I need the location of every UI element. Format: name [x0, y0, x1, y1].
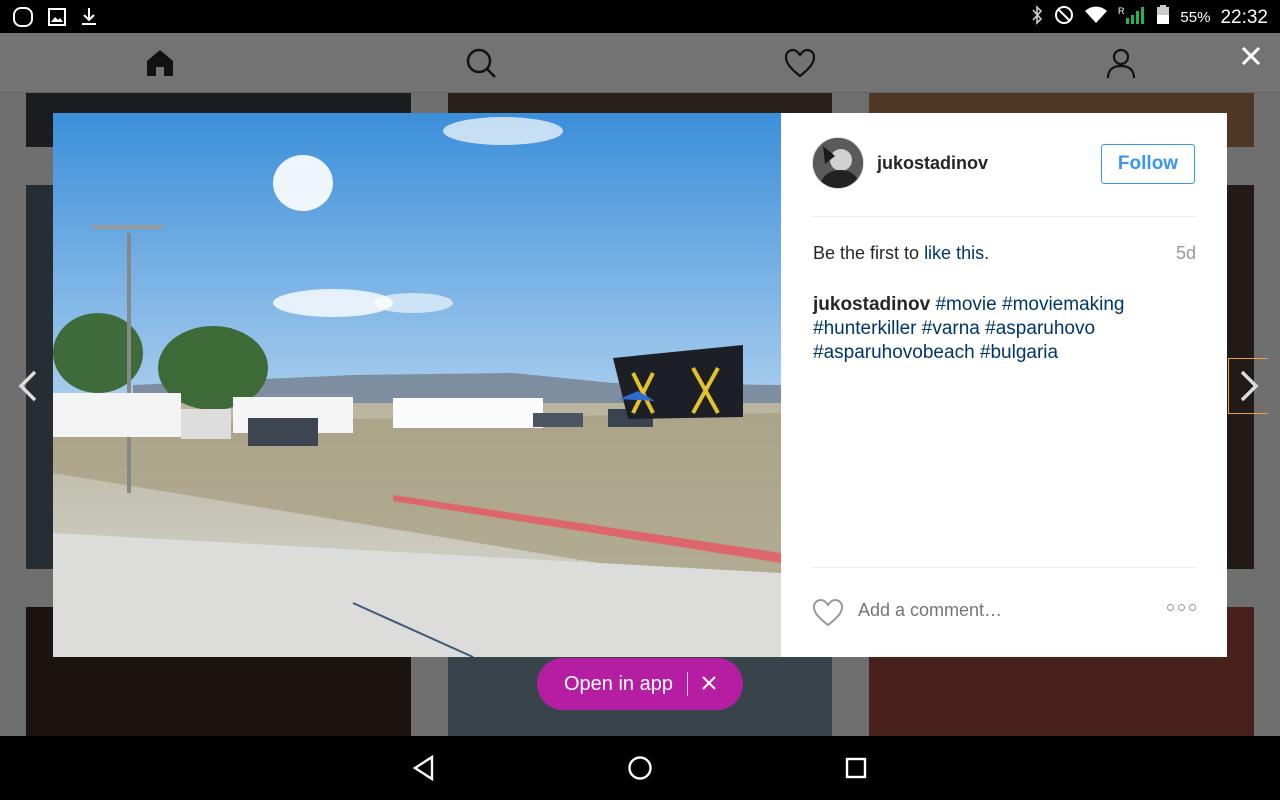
caption-author[interactable]: jukostadinov [813, 294, 930, 315]
close-icon[interactable] [1236, 43, 1266, 73]
dot [1178, 604, 1185, 611]
dot [1167, 604, 1174, 611]
post-modal: jukostadinov Follow Be the first to like… [53, 113, 1227, 657]
open-in-app-label: Open in app [564, 672, 673, 695]
signal-icon: R [1118, 5, 1146, 30]
system-navigation-bar [0, 736, 1280, 800]
recents-icon[interactable] [840, 752, 872, 784]
post-details-panel: jukostadinov Follow Be the first to like… [781, 113, 1227, 657]
comment-input[interactable] [858, 600, 1108, 621]
likes-suffix: . [984, 243, 990, 263]
divider [686, 672, 688, 696]
post-username[interactable]: jukostadinov [877, 153, 988, 174]
chat-bubble-icon [12, 6, 34, 33]
previous-post-button[interactable] [8, 358, 48, 414]
home-button-icon[interactable] [624, 752, 656, 784]
likes-row: Be the first to like this. 5d [813, 243, 1196, 264]
dot [1189, 604, 1196, 611]
next-post-button[interactable] [1228, 358, 1268, 414]
like-this-link[interactable]: like this [924, 243, 984, 263]
back-icon[interactable] [408, 752, 440, 784]
hashtag[interactable]: #bulgaria [980, 342, 1058, 363]
download-icon [80, 7, 98, 32]
battery-percent: 55% [1180, 9, 1211, 26]
close-icon[interactable] [702, 673, 716, 696]
comment-bar [812, 567, 1196, 657]
avatar[interactable] [812, 137, 864, 189]
notification-icons [12, 6, 98, 33]
hashtag[interactable]: #hunterkiller [813, 318, 917, 339]
open-in-app-button[interactable]: Open in app [537, 658, 743, 710]
post-age[interactable]: 5d [1176, 243, 1196, 264]
follow-button[interactable]: Follow [1101, 144, 1195, 184]
more-options-icon[interactable] [1167, 604, 1196, 611]
hashtag[interactable]: #asparuhovo [985, 318, 1095, 339]
hashtag[interactable]: #varna [922, 318, 980, 339]
status-bar: R 55% 22:32 [0, 0, 1280, 33]
image-icon [48, 8, 66, 31]
chevron-right-icon [1240, 370, 1258, 402]
post-header: jukostadinov Follow [812, 113, 1196, 217]
likes-prefix: Be the first to [813, 243, 925, 263]
wifi-icon [1084, 6, 1108, 29]
hashtag[interactable]: #moviemaking [1002, 294, 1125, 315]
modal-overlay[interactable]: Open in app jukostadinov Follow Be the f… [0, 33, 1280, 736]
post-photo[interactable] [53, 113, 781, 657]
bluetooth-icon [1030, 5, 1044, 30]
do-not-disturb-icon [1054, 5, 1074, 30]
battery-icon [1156, 5, 1170, 30]
heart-icon [812, 598, 844, 627]
chevron-left-icon [18, 370, 37, 402]
clock: 22:32 [1220, 6, 1268, 28]
hashtag[interactable]: #asparuhovobeach [813, 342, 975, 363]
system-icons: R 55% 22:32 [1030, 5, 1268, 30]
svg-text:R: R [1118, 6, 1125, 16]
like-button[interactable] [812, 598, 844, 628]
hashtag[interactable]: #movie [935, 294, 996, 315]
post-caption: jukostadinov #movie #moviemaking #hunter… [813, 293, 1183, 365]
